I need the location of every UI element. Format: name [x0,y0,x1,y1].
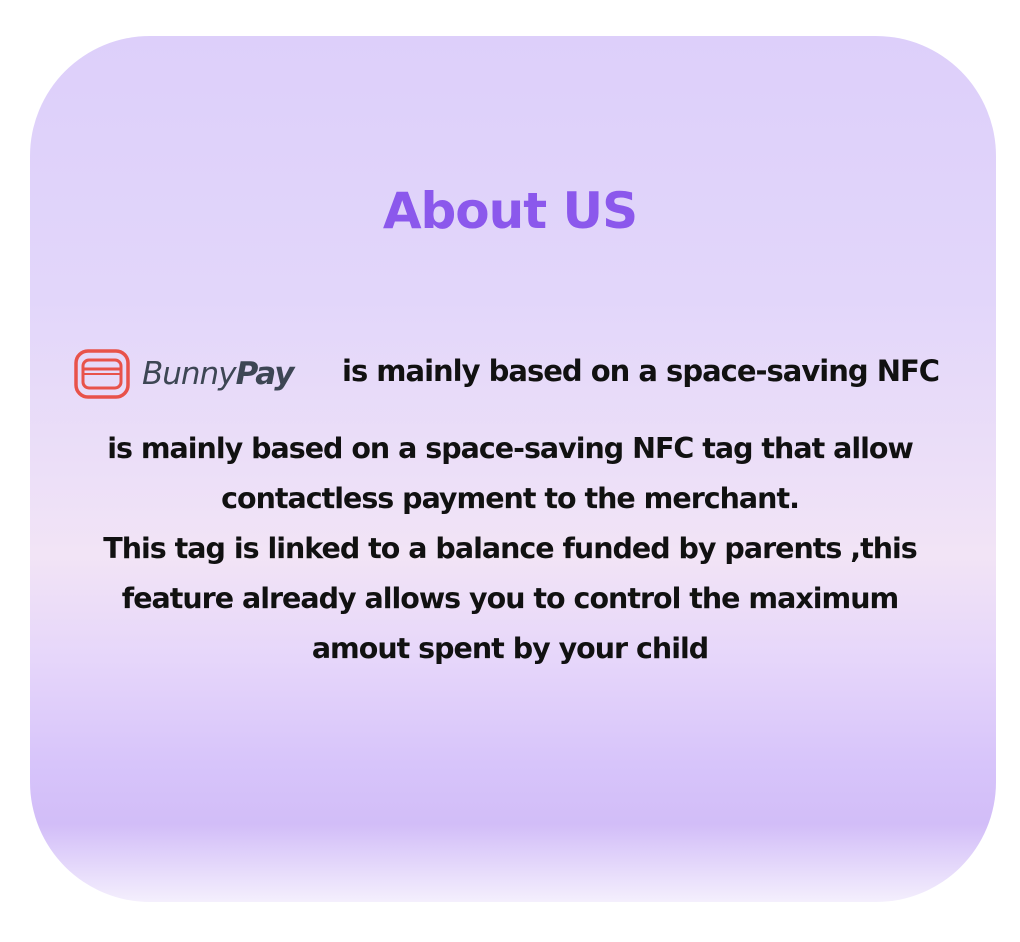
bunnypay-logo: BunnyPay [74,346,295,402]
logo-wordmark-part1: Bunny [142,356,237,392]
page-title: About US [382,182,638,240]
brand-tagline: is mainly based on a space-saving NFC [342,354,940,388]
description-line: is mainly based on a space-saving NFC ta… [107,432,914,465]
about-description: is mainly based on a space-saving NFC ta… [40,424,980,674]
card-icon [74,349,130,399]
logo-wordmark: BunnyPay [142,356,295,392]
description-line: amout spent by your child [311,632,709,665]
logo-wordmark-part2: Pay [235,356,295,392]
brand-row: BunnyPay is mainly based on a space-savi… [74,346,974,406]
description-line: This tag is linked to a balance funded b… [103,532,917,565]
description-line: contactless payment to the merchant. [221,482,800,515]
description-line: feature already allows you to control th… [121,582,899,615]
